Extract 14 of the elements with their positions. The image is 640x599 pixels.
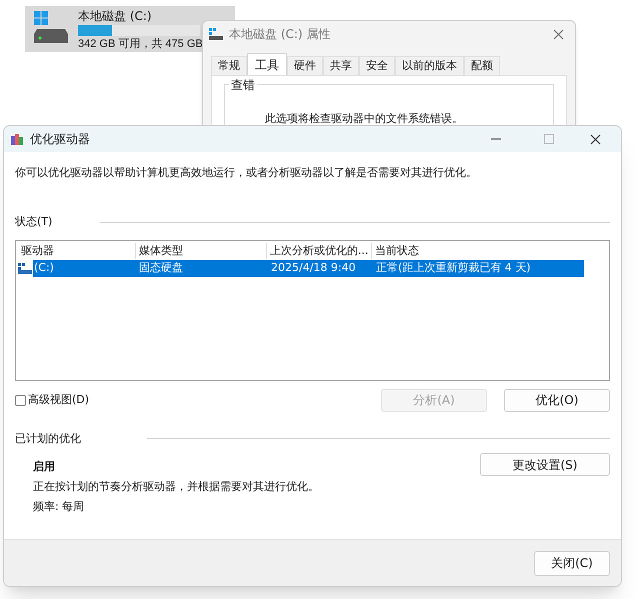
drive-name: 本地磁盘 (C:) <box>78 9 153 24</box>
section-label: 状态(T) <box>15 214 54 230</box>
window-title: 优化驱动器 <box>30 131 90 148</box>
schedule-state: 启用 <box>33 459 56 474</box>
drive-space: 342 GB 可用，共 475 GB <box>78 37 203 52</box>
description: 此选项将检查驱动器中的文件系统错误。 <box>265 112 463 125</box>
table-cell-text: (C:) <box>33 260 55 276</box>
schedule-description: 正在按计划的节奏分析驱动器，并根据需要对其进行优化。 <box>33 479 320 494</box>
intro-text: 你可以优化驱动器以帮助计算机更高效地运行，或者分析驱动器以了解是否需要对其进行优化。 <box>15 165 478 181</box>
section-label: 已计划的优化 <box>15 430 82 446</box>
table-cell-text: 2025/4/18 9:40 <box>270 260 357 276</box>
schedule-frequency: 频率: 每周 <box>33 499 86 514</box>
table-cell-text: 固态硬盘 <box>138 260 184 276</box>
table-cell-text: 正常(距上次重新剪裁已有 4 天) <box>375 260 532 276</box>
